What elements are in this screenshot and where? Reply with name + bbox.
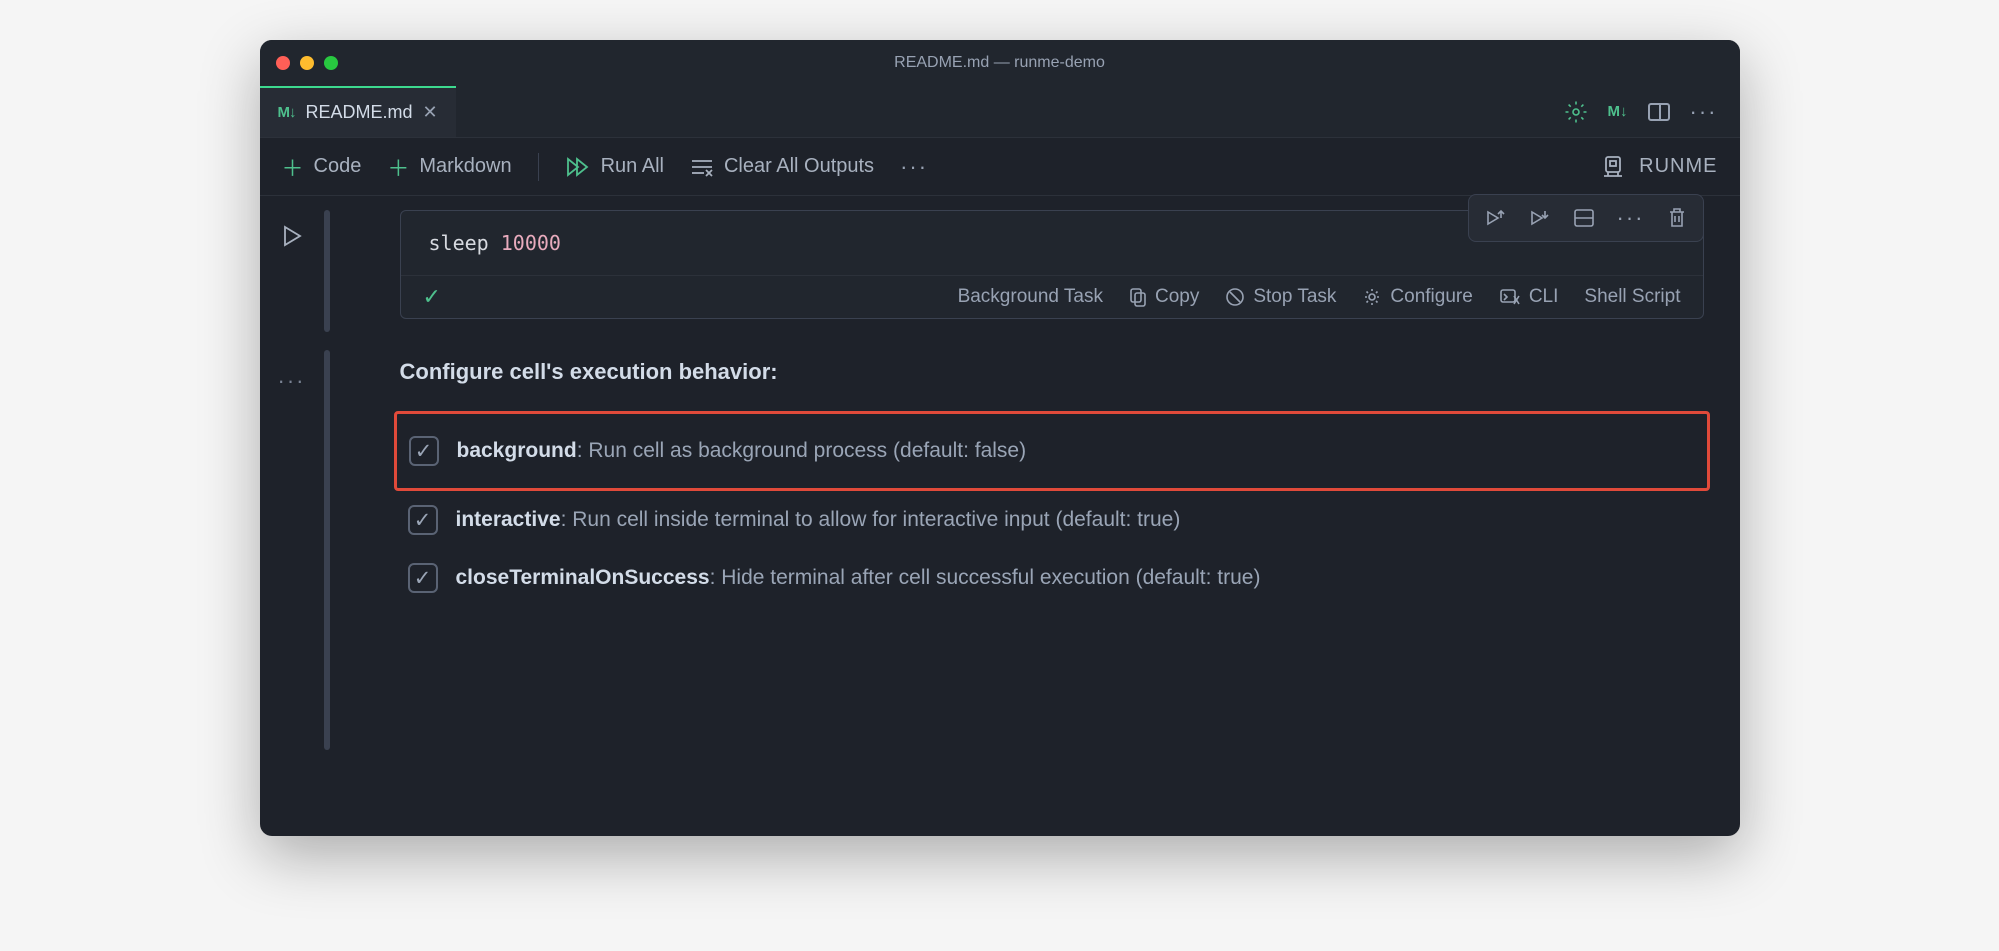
minimize-window-button[interactable] [300, 56, 314, 70]
notebook-content: ··· ··· s [260, 196, 1740, 836]
vscode-window: README.md — runme-demo M↓ README.md ✕ M↓… [260, 40, 1740, 836]
config-label: closeTerminalOnSuccess: Hide terminal af… [456, 566, 1261, 590]
gear-icon[interactable] [1564, 100, 1588, 124]
delete-cell-icon[interactable] [1667, 207, 1687, 229]
config-label: background: Run cell as background proce… [457, 439, 1027, 463]
copy-button[interactable]: Copy [1129, 286, 1199, 308]
clear-outputs-icon [690, 157, 714, 177]
stop-icon [1225, 287, 1245, 307]
output-indicator-bar [324, 350, 330, 750]
add-markdown-label: Markdown [419, 155, 511, 178]
cli-icon [1499, 287, 1521, 307]
add-markdown-button[interactable]: ＋ Markdown [387, 151, 511, 183]
add-code-button[interactable]: ＋ Code [282, 151, 362, 183]
toolbar-divider [538, 153, 539, 181]
cell-floating-toolbar: ··· [1468, 194, 1704, 242]
kernel-icon[interactable] [1601, 154, 1625, 180]
tab-label: README.md [306, 102, 413, 123]
success-icon: ✓ [423, 284, 441, 310]
checkbox-background[interactable]: ✓ [409, 436, 439, 466]
config-title: Configure cell's execution behavior: [400, 359, 1704, 385]
maximize-window-button[interactable] [324, 56, 338, 70]
titlebar: README.md — runme-demo [260, 40, 1740, 86]
clear-outputs-button[interactable]: Clear All Outputs [690, 155, 874, 178]
close-tab-icon[interactable]: ✕ [423, 102, 438, 123]
more-actions-icon[interactable]: ··· [1690, 99, 1718, 125]
window-title: README.md — runme-demo [260, 54, 1740, 72]
run-cell-button[interactable] [281, 224, 303, 248]
code-arg: 10000 [501, 231, 561, 255]
run-above-icon[interactable] [1485, 207, 1507, 229]
cell-footer: ✓ Background Task Copy Stop Task Configu… [401, 275, 1703, 318]
code-command: sleep [429, 231, 489, 255]
cli-button[interactable]: CLI [1499, 286, 1559, 308]
traffic-lights [276, 56, 338, 70]
copy-icon [1129, 287, 1147, 307]
markdown-preview-icon[interactable]: M↓ [1608, 103, 1628, 120]
background-task-button[interactable]: Background Task [958, 286, 1103, 308]
add-code-label: Code [314, 155, 362, 178]
clear-outputs-label: Clear All Outputs [724, 155, 874, 178]
notebook-toolbar: ＋ Code ＋ Markdown Run All Clear All Outp… [260, 138, 1740, 196]
run-all-button[interactable]: Run All [565, 155, 664, 178]
cell-gutter: ··· [260, 196, 324, 836]
editor-actions: M↓ ··· [1564, 86, 1740, 137]
config-section: Configure cell's execution behavior: ✓ ba… [400, 359, 1704, 607]
cell-indicator-bar [324, 210, 330, 332]
config-row-interactive: ✓ interactive: Run cell inside terminal t… [400, 491, 1704, 549]
toolbar-more-icon[interactable]: ··· [900, 154, 928, 180]
cell-more-icon[interactable]: ··· [278, 368, 306, 394]
config-row-background: ✓ background: Run cell as background proc… [401, 422, 1703, 480]
split-editor-icon[interactable] [1648, 103, 1670, 121]
tab-readme[interactable]: M↓ README.md ✕ [260, 86, 456, 137]
checkbox-interactive[interactable]: ✓ [408, 505, 438, 535]
tab-bar: M↓ README.md ✕ M↓ ··· [260, 86, 1740, 138]
cell-main: ··· sleep 10000 ✓ Background Task [324, 196, 1740, 836]
close-window-button[interactable] [276, 56, 290, 70]
stop-task-button[interactable]: Stop Task [1225, 286, 1336, 308]
run-all-label: Run All [601, 155, 664, 178]
checkbox-closeTerminalOnSuccess[interactable]: ✓ [408, 563, 438, 593]
language-label[interactable]: Shell Script [1584, 286, 1680, 308]
config-label: interactive: Run cell inside terminal to… [456, 508, 1181, 532]
plus-icon: ＋ [282, 151, 304, 183]
run-below-icon[interactable] [1529, 207, 1551, 229]
kernel-name[interactable]: RUNME [1639, 155, 1717, 178]
markdown-file-icon: M↓ [278, 104, 296, 121]
plus-icon: ＋ [387, 151, 409, 183]
configure-icon [1362, 287, 1382, 307]
split-cell-icon[interactable] [1573, 208, 1595, 228]
config-row-closeTerminalOnSuccess: ✓ closeTerminalOnSuccess: Hide terminal a… [400, 549, 1704, 607]
cell-more-actions-icon[interactable]: ··· [1617, 205, 1645, 231]
run-all-icon [565, 156, 591, 178]
configure-button[interactable]: Configure [1362, 286, 1472, 308]
